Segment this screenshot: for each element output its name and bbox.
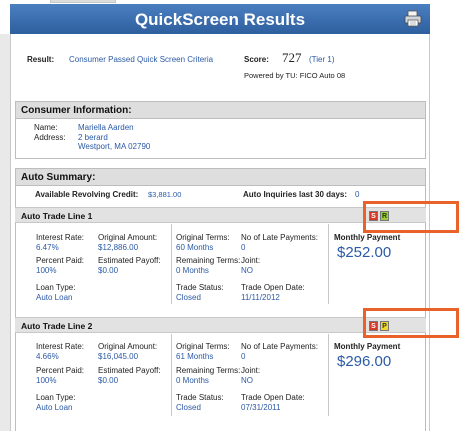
- consumer-header-title: Consumer Information:: [21, 105, 132, 116]
- estimated-payoff-label: Estimated Payoff:: [98, 256, 161, 265]
- percent-paid-value: 100%: [36, 376, 57, 385]
- title-bar: QuickScreen Results: [10, 4, 430, 34]
- inquiries-label: Auto Inquiries last 30 days:: [243, 190, 348, 199]
- name-label: Name:: [34, 123, 58, 132]
- divider: [328, 224, 329, 304]
- joint-label: Joint:: [241, 256, 261, 265]
- print-icon[interactable]: [404, 10, 422, 27]
- auto-header-title: Auto Summary:: [21, 172, 96, 183]
- consumer-name: Mariella Aarden: [78, 123, 134, 132]
- score-label: Score:: [244, 55, 269, 64]
- result-value: Consumer Passed Quick Screen Criteria: [69, 55, 214, 64]
- estimated-payoff-label: Estimated Payoff:: [98, 366, 161, 375]
- loan-type-label: Loan Type:: [36, 283, 76, 292]
- interest-rate-label: Interest Rate:: [36, 233, 85, 242]
- trade-status-label: Trade Status:: [176, 393, 224, 402]
- consumer-header: Consumer Information:: [16, 102, 425, 119]
- trade-open-date-value: 07/31/2011: [241, 403, 281, 412]
- late-payments-label: No of Late Payments:: [241, 342, 318, 351]
- revolving-value: $3,881.00: [148, 190, 182, 199]
- trade-line-2-title: Auto Trade Line 2: [21, 321, 93, 331]
- address-line2: Westport, MA 02790: [78, 142, 151, 151]
- trade-status-value: Closed: [176, 293, 201, 302]
- percent-paid-value: 100%: [36, 266, 57, 275]
- left-gutter: [0, 34, 10, 431]
- top-tab[interactable]: [50, 0, 116, 3]
- auto-header: Auto Summary:: [16, 169, 425, 186]
- original-terms-value: 61 Months: [176, 352, 214, 361]
- revolving-label: Available Revolving Credit:: [35, 190, 139, 199]
- remaining-terms-label: Remaining Terms:: [176, 366, 241, 375]
- highlight-box-trade-2: [363, 308, 459, 338]
- remaining-terms-value: 0 Months: [176, 376, 209, 385]
- original-amount-label: Original Amount:: [98, 342, 158, 351]
- late-payments-label: No of Late Payments:: [241, 233, 318, 242]
- remaining-terms-label: Remaining Terms:: [176, 256, 241, 265]
- interest-rate-label: Interest Rate:: [36, 342, 85, 351]
- consumer-section: Consumer Information:: [15, 101, 426, 159]
- monthly-payment-label: Monthly Payment: [334, 342, 401, 351]
- original-amount-value: $16,045.00: [98, 352, 139, 361]
- trade-status-value: Closed: [176, 403, 201, 412]
- original-terms-label: Original Terms:: [176, 233, 230, 242]
- interest-rate-value: 6.47%: [36, 243, 59, 252]
- monthly-payment-value: $252.00: [337, 244, 392, 261]
- powered-by: Powered by TU: FICO Auto 08: [244, 71, 346, 80]
- percent-paid-label: Percent Paid:: [36, 256, 85, 265]
- inquiries-value: 0: [355, 190, 360, 199]
- estimated-payoff-value: $0.00: [98, 376, 119, 385]
- divider: [328, 334, 329, 416]
- trade-open-date-label: Trade Open Date:: [241, 393, 305, 402]
- original-amount-value: $12,886.00: [98, 243, 139, 252]
- highlight-box-trade-1: [363, 201, 459, 233]
- score-tier: (Tier 1): [309, 55, 335, 64]
- divider: [171, 334, 172, 416]
- result-label: Result:: [27, 55, 55, 64]
- page-title: QuickScreen Results: [134, 10, 306, 29]
- divider: [171, 224, 172, 304]
- original-amount-label: Original Amount:: [98, 233, 158, 242]
- joint-label: Joint:: [241, 366, 261, 375]
- trade-open-date-value: 11/11/2012: [241, 293, 280, 302]
- percent-paid-label: Percent Paid:: [36, 366, 85, 375]
- original-terms-value: 60 Months: [176, 243, 214, 252]
- trade-status-label: Trade Status:: [176, 283, 224, 292]
- loan-type-label: Loan Type:: [36, 393, 76, 402]
- joint-value: NO: [241, 266, 253, 275]
- late-payments-value: 0: [241, 352, 246, 361]
- score-value: 727: [282, 50, 302, 65]
- address-label: Address:: [34, 133, 66, 142]
- monthly-payment-label: Monthly Payment: [334, 233, 401, 242]
- loan-type-value: Auto Loan: [36, 293, 73, 302]
- original-terms-label: Original Terms:: [176, 342, 230, 351]
- remaining-terms-value: 0 Months: [176, 266, 209, 275]
- monthly-payment-value: $296.00: [337, 353, 392, 370]
- trade-open-date-label: Trade Open Date:: [241, 283, 305, 292]
- estimated-payoff-value: $0.00: [98, 266, 119, 275]
- joint-value: NO: [241, 376, 253, 385]
- interest-rate-value: 4.66%: [36, 352, 59, 361]
- loan-type-value: Auto Loan: [36, 403, 73, 412]
- trade-line-1-title: Auto Trade Line 1: [21, 211, 93, 221]
- late-payments-value: 0: [241, 243, 246, 252]
